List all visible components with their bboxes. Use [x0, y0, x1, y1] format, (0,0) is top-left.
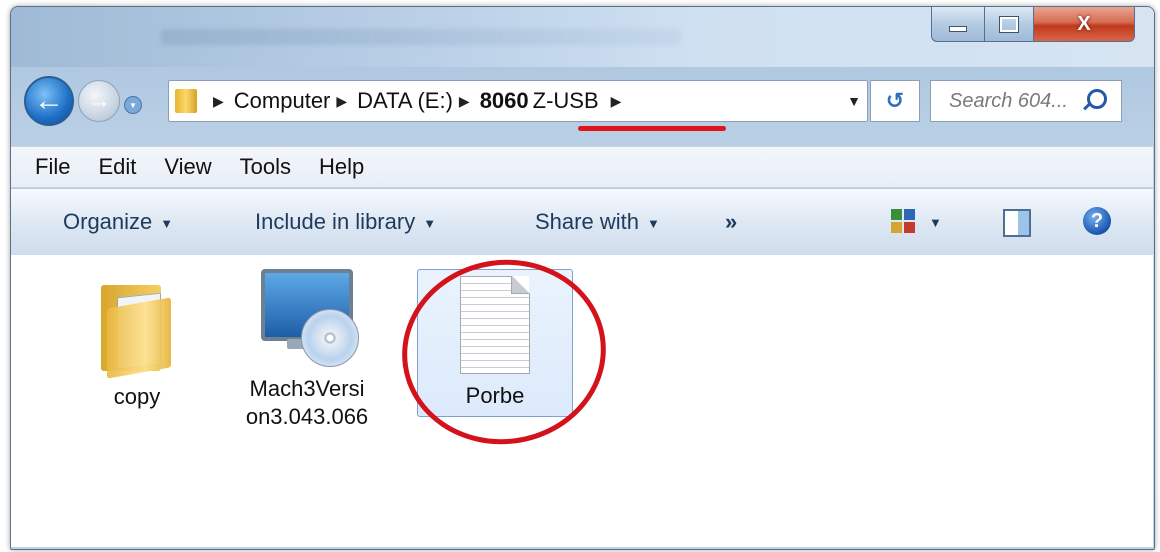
- address-history-dropdown-icon[interactable]: ▼: [847, 93, 861, 109]
- share-with-button[interactable]: Share with ▼: [535, 209, 660, 235]
- annotation-red-underline: [578, 126, 726, 131]
- file-name: Mach3Versi on3.043.066: [245, 376, 369, 429]
- views-dropdown-icon[interactable]: ▼: [929, 215, 942, 230]
- menu-tools[interactable]: Tools: [240, 154, 291, 180]
- file-name: Porbe: [465, 383, 525, 408]
- chevron-down-icon: ▼: [160, 215, 174, 231]
- preview-pane-icon[interactable]: [1003, 209, 1031, 237]
- close-button[interactable]: X: [1033, 7, 1135, 42]
- menu-edit[interactable]: Edit: [98, 154, 136, 180]
- menu-bar: File Edit View Tools Help: [11, 146, 1153, 187]
- chevron-down-icon: ▼: [129, 100, 137, 110]
- search-input[interactable]: Search 604...: [930, 80, 1122, 122]
- breadcrumb-separator-icon[interactable]: ▶: [459, 93, 470, 110]
- forward-button[interactable]: →: [78, 80, 120, 122]
- organize-label: Organize: [63, 209, 153, 234]
- file-name: copy: [113, 384, 161, 409]
- address-bar[interactable]: ▶ Computer ▶ DATA (E:) ▶ 8060 Z-USB ▶ ▼: [168, 80, 868, 122]
- breadcrumb-separator-icon[interactable]: ▶: [611, 93, 622, 110]
- title-bar[interactable]: X: [11, 7, 1154, 67]
- file-item-mach3[interactable]: Mach3Versi on3.043.066: [227, 265, 387, 431]
- breadcrumb-z-usb[interactable]: Z-USB: [533, 88, 599, 114]
- file-item-porbe[interactable]: Porbe: [417, 269, 573, 417]
- command-bar: Organize ▼ Include in library ▼ Share with…: [11, 188, 1153, 256]
- refresh-icon: ↺: [885, 88, 905, 113]
- forward-arrow-icon: →: [87, 87, 111, 114]
- share-with-label: Share with: [535, 209, 639, 234]
- menu-file[interactable]: File: [35, 154, 70, 180]
- help-glyph: ?: [1090, 209, 1104, 232]
- minimize-icon: [949, 26, 967, 32]
- menu-view[interactable]: View: [164, 154, 211, 180]
- chevron-down-icon: ▼: [423, 215, 437, 231]
- menu-help[interactable]: Help: [319, 154, 364, 180]
- folder-icon: [175, 89, 197, 113]
- search-icon[interactable]: [1087, 89, 1107, 109]
- close-icon: X: [1077, 12, 1091, 35]
- breadcrumb-data-drive[interactable]: DATA (E:): [357, 88, 453, 114]
- refresh-button[interactable]: ↺: [870, 80, 920, 122]
- breadcrumb-computer[interactable]: Computer: [234, 88, 331, 114]
- include-in-library-label: Include in library: [255, 209, 416, 234]
- chevron-down-icon: ▼: [646, 215, 660, 231]
- more-commands-button[interactable]: »: [725, 209, 737, 235]
- include-in-library-button[interactable]: Include in library ▼: [255, 209, 436, 235]
- back-button[interactable]: ←: [24, 76, 74, 126]
- setup-icon: [259, 265, 359, 373]
- back-arrow-icon: ←: [34, 84, 64, 117]
- change-view-icon[interactable]: [891, 209, 915, 233]
- maximize-icon: [999, 15, 1019, 33]
- file-list-area[interactable]: copy Mach3Versi on3.043.066 Porbe: [11, 255, 1153, 547]
- organize-button[interactable]: Organize ▼: [63, 209, 173, 235]
- title-bar-glass: [161, 29, 681, 45]
- file-item-copy[interactable]: copy: [57, 265, 217, 411]
- search-placeholder: Search 604...: [949, 89, 1068, 112]
- breadcrumb-separator-icon[interactable]: ▶: [213, 93, 224, 110]
- help-icon[interactable]: ?: [1083, 207, 1111, 235]
- minimize-button[interactable]: [931, 7, 985, 42]
- maximize-button[interactable]: [984, 7, 1034, 42]
- recent-pages-dropdown[interactable]: ▼: [124, 96, 142, 114]
- text-file-icon: [456, 276, 534, 376]
- folder-icon: [101, 275, 173, 379]
- breadcrumb-8060-bold[interactable]: 8060: [480, 88, 529, 114]
- breadcrumb-separator-icon[interactable]: ▶: [336, 93, 347, 110]
